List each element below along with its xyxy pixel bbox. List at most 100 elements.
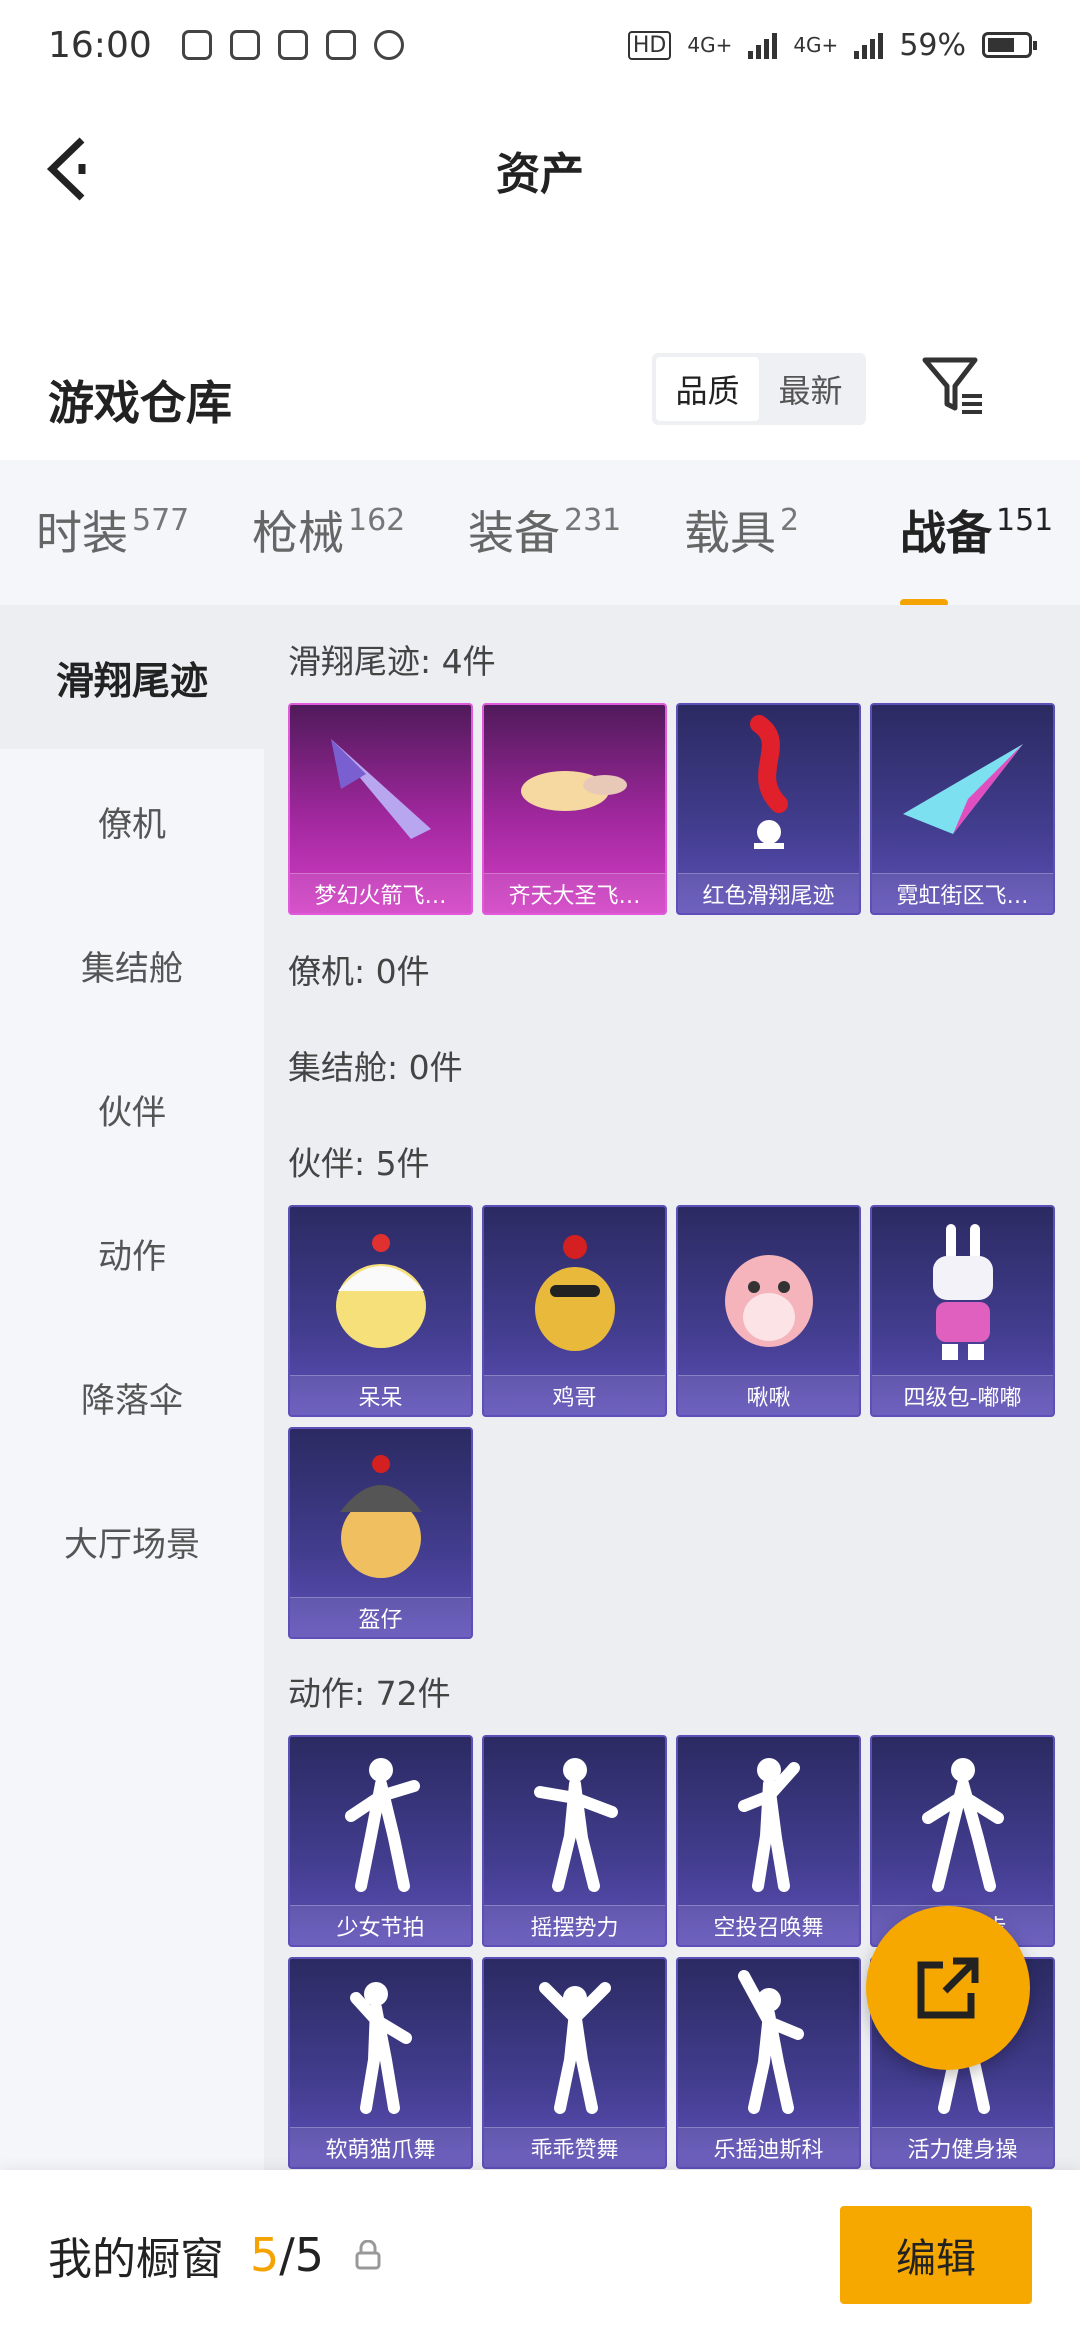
- sort-quality-button[interactable]: 品质: [656, 357, 759, 421]
- sidebar-item-wingman[interactable]: 僚机: [0, 749, 264, 893]
- showcase-count: 5/5: [250, 2228, 324, 2282]
- tab-count: 231: [564, 502, 622, 538]
- warehouse-title: 游戏仓库: [48, 376, 232, 430]
- dancer-icon: [678, 1737, 859, 1905]
- battery-percent: 59%: [899, 27, 966, 63]
- filter-icon: [922, 357, 982, 414]
- item-card[interactable]: 盔仔: [288, 1427, 473, 1639]
- tab-label: 战备: [900, 505, 992, 560]
- sidebar-item-glide-trail[interactable]: 滑翔尾迹: [0, 605, 264, 749]
- tab-count: 151: [996, 502, 1054, 538]
- item-name: 少女节拍: [290, 1905, 471, 1945]
- lock-icon: [355, 2240, 381, 2270]
- item-card[interactable]: 霓虹街区飞…: [870, 703, 1055, 915]
- rocket-glider-icon: [290, 705, 471, 873]
- sort-newest-button[interactable]: 最新: [759, 357, 862, 421]
- section-title-wingman: 僚机: 0件: [288, 952, 430, 991]
- sidebar-item-emote[interactable]: 动作: [0, 1181, 264, 1325]
- network-type-2: 4G+: [793, 33, 839, 57]
- hd-icon: HD: [627, 30, 672, 60]
- item-card[interactable]: 空投召唤舞: [676, 1735, 861, 1947]
- showcase-current: 5: [250, 2228, 280, 2282]
- pink-bird-icon: [678, 1207, 859, 1375]
- item-name: 活力健身操: [872, 2127, 1053, 2167]
- item-name: 鸡哥: [484, 1375, 665, 1415]
- item-name: 软萌猫爪舞: [290, 2127, 471, 2167]
- tab-count: 2: [780, 502, 800, 538]
- item-name: 霓虹街区飞…: [872, 873, 1053, 913]
- status-time: 16:00: [48, 24, 152, 66]
- dancer-icon: [290, 1737, 471, 1905]
- tab-fashion[interactable]: 时装 577: [0, 493, 216, 573]
- share-icon: [917, 1957, 979, 2019]
- cloud-trail-icon: [484, 705, 665, 873]
- dancer-icon: [678, 1959, 859, 2127]
- back-button[interactable]: [44, 134, 104, 204]
- filter-button[interactable]: [920, 352, 986, 418]
- warehouse-bar: 游戏仓库 品质 最新: [0, 340, 1080, 460]
- section-title-pod: 集结舱: 0件: [288, 1048, 463, 1087]
- item-card[interactable]: 四级包-嘟嘟: [870, 1205, 1055, 1417]
- tab-count: 577: [132, 502, 190, 538]
- category-tabs: 时装 577 枪械 162 装备 231 载具 2 战备 151: [0, 460, 1080, 607]
- network-type-1: 4G+: [687, 33, 733, 57]
- signal-icon: [854, 31, 884, 59]
- item-card[interactable]: 啾啾: [676, 1205, 861, 1417]
- item-card[interactable]: 少女节拍: [288, 1735, 473, 1947]
- item-card[interactable]: 红色滑翔尾迹: [676, 703, 861, 915]
- battery-icon: [982, 32, 1037, 58]
- page-title: 资产: [496, 149, 584, 200]
- showcase-total: /5: [279, 2228, 325, 2282]
- header: 资产: [0, 110, 1080, 230]
- helmet-chick-icon: [290, 1429, 471, 1597]
- app-notification-icon: [181, 30, 212, 60]
- item-card[interactable]: 鸡哥: [482, 1205, 667, 1417]
- dancer-icon: [290, 1959, 471, 2127]
- paper-plane-icon: [872, 705, 1053, 873]
- app-notification-icon: [373, 30, 404, 60]
- share-button[interactable]: [866, 1906, 1030, 2070]
- tab-vehicles[interactable]: 载具 2: [648, 493, 864, 573]
- back-arrow-icon: [46, 137, 86, 201]
- category-sidebar: 滑翔尾迹 僚机 集结舱 伙伴 动作 降落伞 大厅场景: [0, 605, 264, 2170]
- item-name: 四级包-嘟嘟: [872, 1375, 1053, 1415]
- dancer-icon: [872, 1737, 1053, 1905]
- item-name: 乖乖赞舞: [484, 2127, 665, 2167]
- item-card[interactable]: 梦幻火箭飞…: [288, 703, 473, 915]
- section-title-emote: 动作: 72件: [288, 1674, 451, 1713]
- edit-button[interactable]: 编辑: [840, 2206, 1032, 2304]
- tab-label: 时装: [36, 505, 128, 560]
- sidebar-item-partner[interactable]: 伙伴: [0, 1037, 264, 1181]
- item-name: 啾啾: [678, 1375, 859, 1415]
- tab-weapons[interactable]: 枪械 162: [216, 493, 432, 573]
- section-title-partner: 伙伴: 5件: [288, 1144, 430, 1183]
- status-bar: 16:00 HD 4G+ 4G+ 59%: [0, 0, 1080, 90]
- item-card[interactable]: 齐天大圣飞…: [482, 703, 667, 915]
- app-notification-icon: [229, 30, 260, 60]
- item-card[interactable]: 呆呆: [288, 1205, 473, 1417]
- item-card[interactable]: 软萌猫爪舞: [288, 1957, 473, 2169]
- mail-icon: [277, 30, 308, 60]
- item-name: 齐天大圣飞…: [484, 873, 665, 913]
- robot-bunny-icon: [872, 1207, 1053, 1375]
- tab-combat-gear[interactable]: 战备 151: [864, 493, 1080, 607]
- item-card[interactable]: 乐摇迪斯科: [676, 1957, 861, 2169]
- tab-label: 载具: [684, 505, 776, 560]
- item-card[interactable]: 摇摆势力: [482, 1735, 667, 1947]
- sort-toggle: 品质 最新: [652, 353, 866, 425]
- sidebar-item-parachute[interactable]: 降落伞: [0, 1325, 264, 1469]
- signal-icon: [748, 31, 778, 59]
- dancer-icon: [484, 1959, 665, 2127]
- item-name: 乐摇迪斯科: [678, 2127, 859, 2167]
- dancer-icon: [484, 1737, 665, 1905]
- status-right: HD 4G+ 4G+ 59%: [627, 27, 1037, 63]
- tab-label: 枪械: [252, 505, 344, 560]
- sidebar-item-lobby-scene[interactable]: 大厅场景: [0, 1469, 264, 1613]
- item-card[interactable]: 乖乖赞舞: [482, 1957, 667, 2169]
- sidebar-item-rally-pod[interactable]: 集结舱: [0, 893, 264, 1037]
- tab-equipment[interactable]: 装备 231: [432, 493, 648, 573]
- item-name: 红色滑翔尾迹: [678, 873, 859, 913]
- showcase-label: 我的橱窗: [48, 2234, 224, 2285]
- item-name: 盔仔: [290, 1597, 471, 1637]
- section-title-glide: 滑翔尾迹: 4件: [288, 642, 496, 681]
